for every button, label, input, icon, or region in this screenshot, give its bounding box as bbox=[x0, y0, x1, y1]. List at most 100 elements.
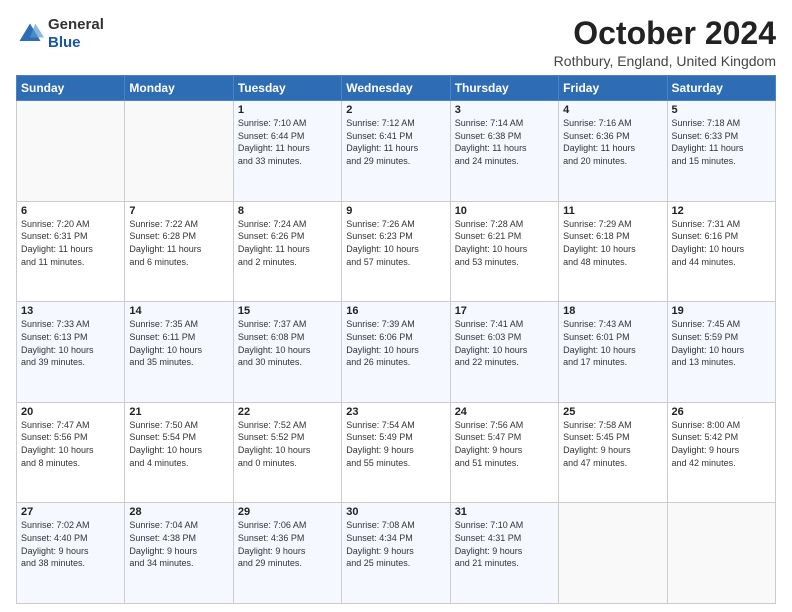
calendar-cell: 21Sunrise: 7:50 AM Sunset: 5:54 PM Dayli… bbox=[125, 402, 233, 503]
calendar-cell: 10Sunrise: 7:28 AM Sunset: 6:21 PM Dayli… bbox=[450, 201, 558, 302]
calendar-week-row: 1Sunrise: 7:10 AM Sunset: 6:44 PM Daylig… bbox=[17, 101, 776, 202]
logo-icon bbox=[16, 20, 44, 48]
calendar-cell: 5Sunrise: 7:18 AM Sunset: 6:33 PM Daylig… bbox=[667, 101, 775, 202]
calendar-cell: 11Sunrise: 7:29 AM Sunset: 6:18 PM Dayli… bbox=[559, 201, 667, 302]
day-info: Sunrise: 7:41 AM Sunset: 6:03 PM Dayligh… bbox=[455, 318, 554, 368]
day-info: Sunrise: 7:10 AM Sunset: 4:31 PM Dayligh… bbox=[455, 519, 554, 569]
day-info: Sunrise: 7:18 AM Sunset: 6:33 PM Dayligh… bbox=[672, 117, 771, 167]
calendar-cell: 17Sunrise: 7:41 AM Sunset: 6:03 PM Dayli… bbox=[450, 302, 558, 403]
calendar-cell: 12Sunrise: 7:31 AM Sunset: 6:16 PM Dayli… bbox=[667, 201, 775, 302]
calendar-cell: 1Sunrise: 7:10 AM Sunset: 6:44 PM Daylig… bbox=[233, 101, 341, 202]
calendar-cell: 29Sunrise: 7:06 AM Sunset: 4:36 PM Dayli… bbox=[233, 503, 341, 604]
calendar-cell: 3Sunrise: 7:14 AM Sunset: 6:38 PM Daylig… bbox=[450, 101, 558, 202]
calendar-cell: 20Sunrise: 7:47 AM Sunset: 5:56 PM Dayli… bbox=[17, 402, 125, 503]
day-info: Sunrise: 7:54 AM Sunset: 5:49 PM Dayligh… bbox=[346, 419, 445, 469]
day-info: Sunrise: 7:02 AM Sunset: 4:40 PM Dayligh… bbox=[21, 519, 120, 569]
calendar-cell: 26Sunrise: 8:00 AM Sunset: 5:42 PM Dayli… bbox=[667, 402, 775, 503]
calendar-cell: 9Sunrise: 7:26 AM Sunset: 6:23 PM Daylig… bbox=[342, 201, 450, 302]
header: General Blue October 2024 Rothbury, Engl… bbox=[16, 16, 776, 69]
logo-text: General Blue bbox=[48, 16, 104, 52]
location: Rothbury, England, United Kingdom bbox=[554, 53, 776, 69]
month-title: October 2024 bbox=[554, 16, 776, 51]
day-number: 23 bbox=[346, 406, 445, 418]
day-info: Sunrise: 7:58 AM Sunset: 5:45 PM Dayligh… bbox=[563, 419, 662, 469]
day-info: Sunrise: 7:10 AM Sunset: 6:44 PM Dayligh… bbox=[238, 117, 337, 167]
day-number: 31 bbox=[455, 506, 554, 518]
calendar-cell: 27Sunrise: 7:02 AM Sunset: 4:40 PM Dayli… bbox=[17, 503, 125, 604]
day-number: 8 bbox=[238, 205, 337, 217]
calendar-cell: 8Sunrise: 7:24 AM Sunset: 6:26 PM Daylig… bbox=[233, 201, 341, 302]
calendar-cell: 22Sunrise: 7:52 AM Sunset: 5:52 PM Dayli… bbox=[233, 402, 341, 503]
day-info: Sunrise: 7:43 AM Sunset: 6:01 PM Dayligh… bbox=[563, 318, 662, 368]
day-info: Sunrise: 7:22 AM Sunset: 6:28 PM Dayligh… bbox=[129, 218, 228, 268]
calendar-cell: 4Sunrise: 7:16 AM Sunset: 6:36 PM Daylig… bbox=[559, 101, 667, 202]
page: General Blue October 2024 Rothbury, Engl… bbox=[0, 0, 792, 612]
day-info: Sunrise: 7:24 AM Sunset: 6:26 PM Dayligh… bbox=[238, 218, 337, 268]
day-of-week-header: Saturday bbox=[667, 76, 775, 101]
day-info: Sunrise: 7:14 AM Sunset: 6:38 PM Dayligh… bbox=[455, 117, 554, 167]
day-number: 15 bbox=[238, 305, 337, 317]
calendar-cell bbox=[559, 503, 667, 604]
day-number: 4 bbox=[563, 104, 662, 116]
calendar-cell: 23Sunrise: 7:54 AM Sunset: 5:49 PM Dayli… bbox=[342, 402, 450, 503]
day-number: 13 bbox=[21, 305, 120, 317]
day-info: Sunrise: 7:39 AM Sunset: 6:06 PM Dayligh… bbox=[346, 318, 445, 368]
calendar-cell: 24Sunrise: 7:56 AM Sunset: 5:47 PM Dayli… bbox=[450, 402, 558, 503]
calendar-cell: 14Sunrise: 7:35 AM Sunset: 6:11 PM Dayli… bbox=[125, 302, 233, 403]
day-number: 14 bbox=[129, 305, 228, 317]
calendar-cell: 18Sunrise: 7:43 AM Sunset: 6:01 PM Dayli… bbox=[559, 302, 667, 403]
day-of-week-header: Wednesday bbox=[342, 76, 450, 101]
day-info: Sunrise: 7:50 AM Sunset: 5:54 PM Dayligh… bbox=[129, 419, 228, 469]
day-number: 28 bbox=[129, 506, 228, 518]
day-number: 9 bbox=[346, 205, 445, 217]
logo-blue: Blue bbox=[48, 34, 81, 51]
day-number: 10 bbox=[455, 205, 554, 217]
day-number: 21 bbox=[129, 406, 228, 418]
day-info: Sunrise: 7:33 AM Sunset: 6:13 PM Dayligh… bbox=[21, 318, 120, 368]
day-info: Sunrise: 7:12 AM Sunset: 6:41 PM Dayligh… bbox=[346, 117, 445, 167]
day-number: 30 bbox=[346, 506, 445, 518]
day-info: Sunrise: 7:16 AM Sunset: 6:36 PM Dayligh… bbox=[563, 117, 662, 167]
day-number: 22 bbox=[238, 406, 337, 418]
day-info: Sunrise: 7:45 AM Sunset: 5:59 PM Dayligh… bbox=[672, 318, 771, 368]
day-info: Sunrise: 7:31 AM Sunset: 6:16 PM Dayligh… bbox=[672, 218, 771, 268]
day-of-week-header: Thursday bbox=[450, 76, 558, 101]
day-info: Sunrise: 7:06 AM Sunset: 4:36 PM Dayligh… bbox=[238, 519, 337, 569]
calendar-cell: 2Sunrise: 7:12 AM Sunset: 6:41 PM Daylig… bbox=[342, 101, 450, 202]
day-of-week-header: Sunday bbox=[17, 76, 125, 101]
calendar-cell bbox=[667, 503, 775, 604]
day-number: 11 bbox=[563, 205, 662, 217]
day-number: 24 bbox=[455, 406, 554, 418]
day-info: Sunrise: 7:20 AM Sunset: 6:31 PM Dayligh… bbox=[21, 218, 120, 268]
day-number: 16 bbox=[346, 305, 445, 317]
day-info: Sunrise: 7:56 AM Sunset: 5:47 PM Dayligh… bbox=[455, 419, 554, 469]
day-number: 17 bbox=[455, 305, 554, 317]
day-number: 19 bbox=[672, 305, 771, 317]
day-number: 25 bbox=[563, 406, 662, 418]
day-number: 26 bbox=[672, 406, 771, 418]
day-info: Sunrise: 7:29 AM Sunset: 6:18 PM Dayligh… bbox=[563, 218, 662, 268]
calendar-cell: 15Sunrise: 7:37 AM Sunset: 6:08 PM Dayli… bbox=[233, 302, 341, 403]
calendar-week-row: 20Sunrise: 7:47 AM Sunset: 5:56 PM Dayli… bbox=[17, 402, 776, 503]
day-info: Sunrise: 7:47 AM Sunset: 5:56 PM Dayligh… bbox=[21, 419, 120, 469]
day-info: Sunrise: 7:08 AM Sunset: 4:34 PM Dayligh… bbox=[346, 519, 445, 569]
calendar-cell: 30Sunrise: 7:08 AM Sunset: 4:34 PM Dayli… bbox=[342, 503, 450, 604]
day-info: Sunrise: 7:52 AM Sunset: 5:52 PM Dayligh… bbox=[238, 419, 337, 469]
day-of-week-header: Friday bbox=[559, 76, 667, 101]
calendar-cell bbox=[125, 101, 233, 202]
day-number: 2 bbox=[346, 104, 445, 116]
calendar-table: SundayMondayTuesdayWednesdayThursdayFrid… bbox=[16, 75, 776, 604]
calendar-cell: 19Sunrise: 7:45 AM Sunset: 5:59 PM Dayli… bbox=[667, 302, 775, 403]
day-info: Sunrise: 7:37 AM Sunset: 6:08 PM Dayligh… bbox=[238, 318, 337, 368]
day-number: 6 bbox=[21, 205, 120, 217]
day-number: 27 bbox=[21, 506, 120, 518]
logo-general: General bbox=[48, 16, 104, 33]
calendar-cell: 25Sunrise: 7:58 AM Sunset: 5:45 PM Dayli… bbox=[559, 402, 667, 503]
day-info: Sunrise: 7:26 AM Sunset: 6:23 PM Dayligh… bbox=[346, 218, 445, 268]
calendar-cell: 28Sunrise: 7:04 AM Sunset: 4:38 PM Dayli… bbox=[125, 503, 233, 604]
day-number: 18 bbox=[563, 305, 662, 317]
day-number: 29 bbox=[238, 506, 337, 518]
day-info: Sunrise: 7:28 AM Sunset: 6:21 PM Dayligh… bbox=[455, 218, 554, 268]
day-number: 7 bbox=[129, 205, 228, 217]
calendar-week-row: 13Sunrise: 7:33 AM Sunset: 6:13 PM Dayli… bbox=[17, 302, 776, 403]
